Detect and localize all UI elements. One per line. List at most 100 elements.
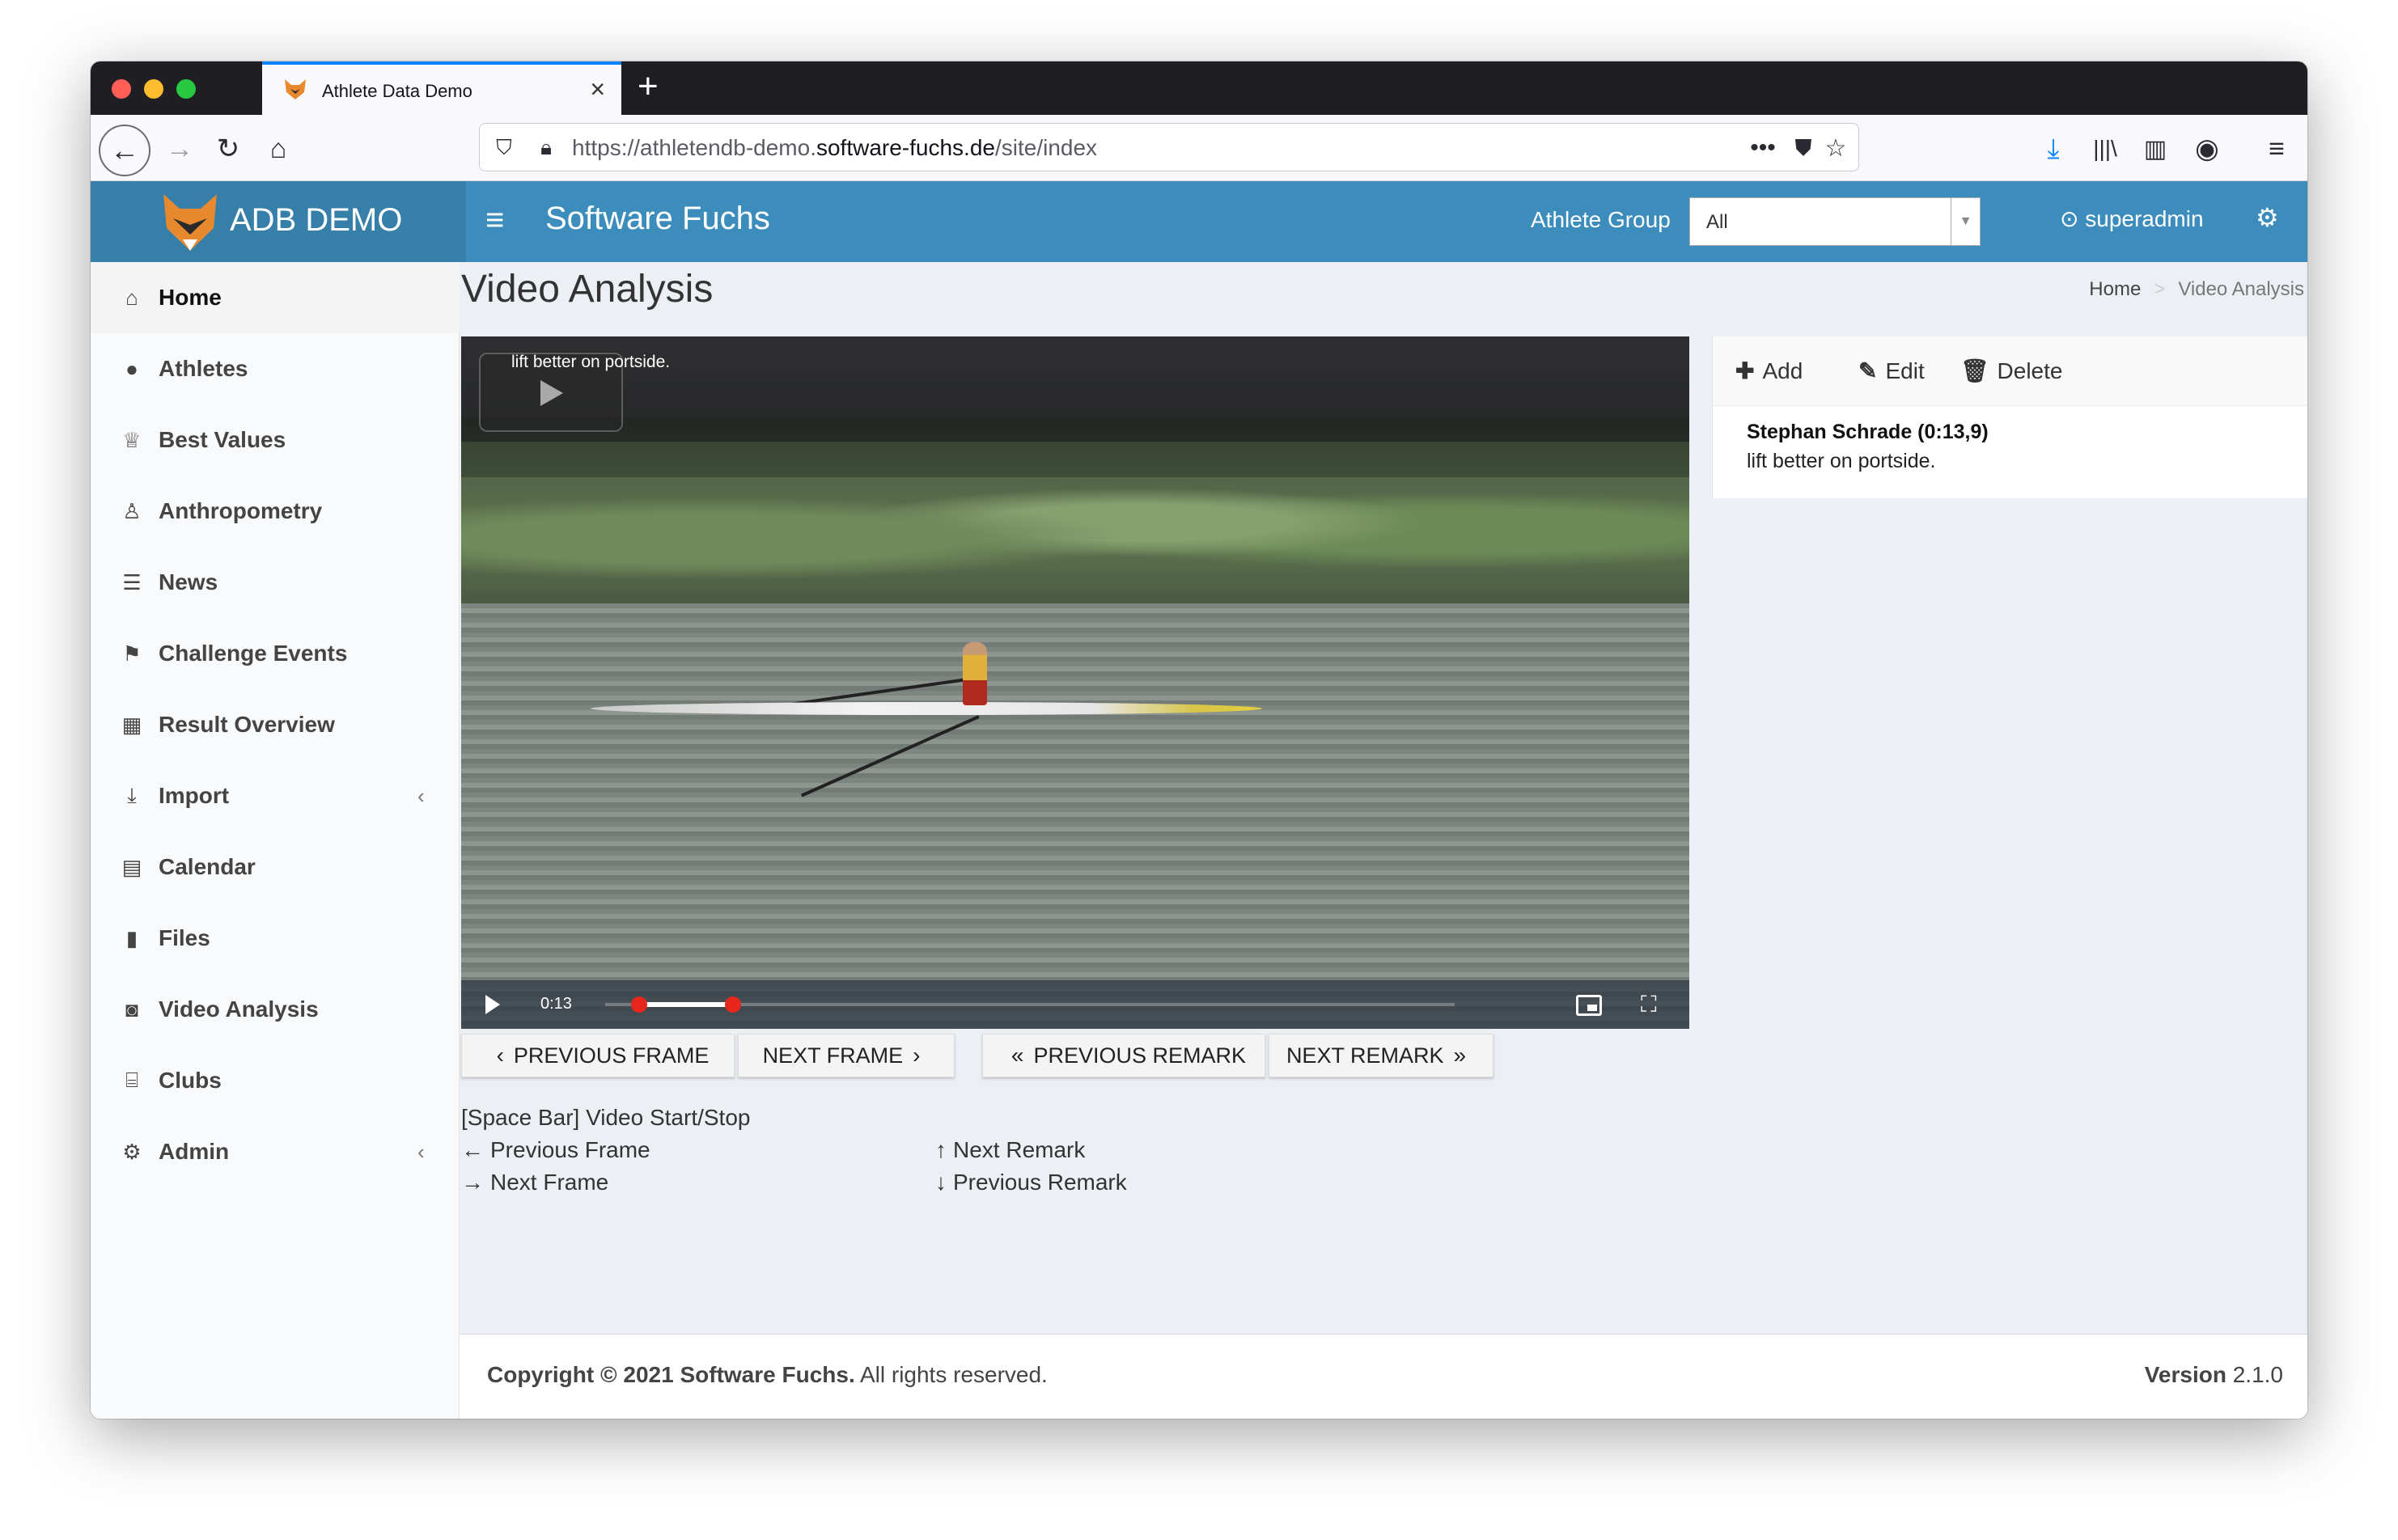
pocket-icon[interactable]: ⛊: [1786, 130, 1821, 166]
sidebar-toggle-button[interactable]: ≡: [485, 202, 504, 239]
sidebar-item-label: Athletes: [159, 356, 248, 381]
back-icon[interactable]: ←: [99, 125, 150, 176]
close-window-button[interactable]: [112, 79, 131, 99]
athlete-group-value: All: [1706, 211, 1728, 233]
browser-toolbar: ← → ↻ ⌂ ⛉ 🔒︎ https://athletendb-demo.sof…: [91, 115, 2307, 181]
sidebar-item-anthropometry[interactable]: ♙ Anthropometry: [91, 476, 460, 547]
menu-icon[interactable]: ≡: [2259, 131, 2294, 167]
athlete-group-select[interactable]: All ▼: [1689, 197, 1981, 246]
button-label: NEXT REMARK: [1286, 1043, 1444, 1068]
picture-in-picture-icon[interactable]: [1576, 995, 1602, 1016]
sidebar-item-label: Clubs: [159, 1068, 222, 1093]
home-icon: ⌂: [125, 285, 138, 310]
chevron-right-icon: ›: [913, 1043, 921, 1068]
video-player[interactable]: lift better on portside. 0:13 ⛶: [461, 336, 1689, 1029]
library-icon[interactable]: |||\: [2087, 131, 2123, 167]
reload-icon[interactable]: ↻: [210, 131, 246, 167]
plus-icon: ✚: [1735, 358, 1755, 383]
sidebar-item-label: Import: [159, 783, 230, 808]
button-label: PREVIOUS FRAME: [513, 1043, 710, 1068]
sidebar-item-clubs[interactable]: ⌸ Clubs: [91, 1045, 460, 1116]
shortcut-next-frame: → Next Frame: [461, 1170, 609, 1195]
sidebar-item-label: News: [159, 569, 218, 594]
next-remark-button[interactable]: NEXT REMARK »: [1269, 1034, 1493, 1077]
browser-tab[interactable]: Athlete Data Demo ×: [262, 61, 621, 115]
shortcut-space: [Space Bar] Video Start/Stop: [461, 1105, 751, 1130]
sidebar-item-files[interactable]: ▮ Files: [91, 903, 460, 974]
sidebar-item-video-analysis[interactable]: ◙ Video Analysis: [91, 974, 460, 1045]
downloads-icon[interactable]: ⤓: [2036, 131, 2071, 167]
sidebar-item-calendar[interactable]: ▤ Calendar: [91, 831, 460, 903]
chevron-left-icon: ‹: [417, 1139, 425, 1164]
sidebar-item-athletes[interactable]: ● Athletes: [91, 333, 460, 404]
sidebar-item-label: Anthropometry: [159, 498, 323, 523]
video-control-bar: 0:13 ⛶: [461, 980, 1689, 1029]
camera-icon: ◙: [125, 996, 138, 1022]
url-bar[interactable]: ⛉ 🔒︎ https://athletendb-demo.software-fu…: [479, 123, 1859, 171]
delete-remark-button[interactable]: 🗑︎ Delete: [1960, 358, 2062, 384]
remark-text[interactable]: lift better on portside.: [1747, 450, 1935, 473]
bookmark-star-icon[interactable]: ☆: [1818, 130, 1854, 166]
user-circle-icon: ⊙: [2060, 206, 2079, 231]
video-range-fill: [639, 1002, 733, 1007]
sidebar-item-label: Files: [159, 925, 210, 950]
range-end-handle[interactable]: [724, 996, 741, 1013]
next-frame-button[interactable]: NEXT FRAME ›: [738, 1034, 955, 1077]
tab-close-icon[interactable]: ×: [590, 74, 605, 104]
sidebar-toggle-icon[interactable]: ▥: [2137, 131, 2173, 167]
edit-remark-button[interactable]: ✎ Edit: [1858, 358, 1925, 384]
settings-gears-icon[interactable]: ⚙: [2256, 202, 2279, 233]
more-actions-icon[interactable]: •••: [1745, 130, 1781, 166]
bank-icon: ⌸: [125, 1068, 138, 1092]
flag-icon: ⚑: [122, 641, 142, 666]
breadcrumb: Home > Video Analysis: [2089, 278, 2304, 301]
shortcut-previous-frame: ← Previous Frame: [461, 1137, 650, 1162]
brand-name: Software Fuchs: [545, 201, 770, 236]
lock-icon[interactable]: 🔒︎: [528, 130, 564, 166]
breadcrumb-home[interactable]: Home: [2089, 278, 2141, 300]
shield-icon[interactable]: ⛉: [486, 130, 522, 166]
remark-author[interactable]: Stephan Schrade (0:13,9): [1747, 421, 1989, 444]
sidebar-item-admin[interactable]: ⚙ Admin ‹: [91, 1116, 460, 1187]
sidebar-item-label: Calendar: [159, 854, 256, 879]
sidebar-item-home[interactable]: ⌂ Home: [91, 262, 460, 333]
previous-frame-button[interactable]: ‹ PREVIOUS FRAME: [461, 1034, 735, 1077]
new-tab-icon[interactable]: +: [638, 66, 659, 107]
sidebar-item-best-values[interactable]: ♕ Best Values: [91, 404, 460, 476]
chevron-left-icon: ‹: [417, 783, 425, 808]
chevron-down-icon[interactable]: ▼: [1951, 198, 1980, 245]
sidebar-item-challenge-events[interactable]: ⚑ Challenge Events: [91, 618, 460, 689]
sidebar-item-label: Challenge Events: [159, 641, 348, 666]
sidebar-item-label: Video Analysis: [159, 996, 319, 1022]
arrow-up-icon: ↑: [935, 1137, 947, 1162]
range-start-handle[interactable]: [631, 996, 647, 1013]
logo-text: ADB DEMO: [230, 202, 403, 238]
sidebar-item-import[interactable]: ⤓ Import ‹: [91, 760, 460, 831]
list-icon: ☰: [122, 569, 142, 594]
user-menu[interactable]: ⊙ superadmin: [2060, 205, 2204, 232]
forward-icon[interactable]: →: [162, 131, 197, 167]
sidebar-item-news[interactable]: ☰ News: [91, 547, 460, 618]
person-icon: ♙: [122, 498, 142, 523]
maximize-window-button[interactable]: [176, 79, 196, 99]
sidebar-item-label: Best Values: [159, 427, 286, 452]
minimize-window-button[interactable]: [144, 79, 163, 99]
url-text[interactable]: https://athletendb-demo.software-fuchs.d…: [572, 135, 1097, 161]
account-icon[interactable]: ◉: [2189, 131, 2225, 167]
previous-remark-button[interactable]: « PREVIOUS REMARK: [982, 1034, 1265, 1077]
arrow-down-icon: ↓: [935, 1170, 947, 1195]
table-icon: ▦: [121, 712, 142, 737]
home-browser-icon[interactable]: ⌂: [261, 131, 296, 167]
play-icon[interactable]: [485, 995, 500, 1014]
shortcut-next-remark: ↑ Next Remark: [935, 1137, 1086, 1162]
calendar-icon: ▤: [121, 854, 142, 879]
sidebar-item-result-overview[interactable]: ▦ Result Overview: [91, 689, 460, 760]
video-frame-boat: [591, 702, 1262, 715]
chevron-left-icon: ‹: [496, 1043, 504, 1068]
add-remark-button[interactable]: ✚ Add: [1735, 358, 1803, 384]
pencil-icon: ✎: [1858, 358, 1878, 383]
fullscreen-icon[interactable]: ⛶: [1641, 992, 1657, 1018]
video-remark-text: lift better on portside.: [511, 353, 671, 371]
copyright: Copyright © 2021 Software Fuchs. All rig…: [487, 1362, 1048, 1387]
logo[interactable]: ADB DEMO: [91, 181, 466, 262]
